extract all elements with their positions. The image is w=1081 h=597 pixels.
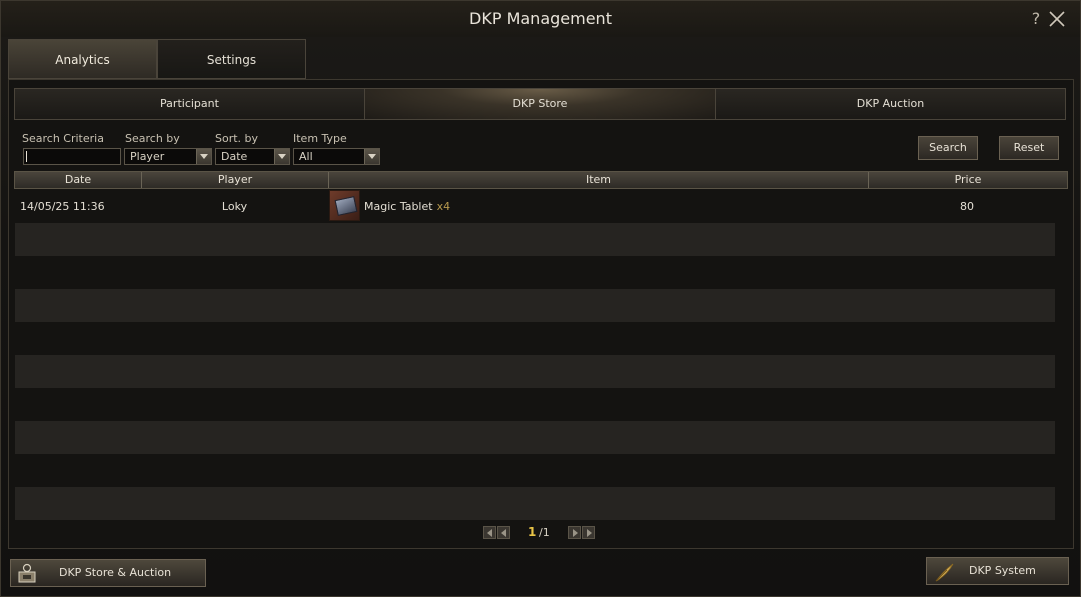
next-page-icon[interactable] bbox=[568, 526, 581, 539]
close-icon[interactable] bbox=[1048, 10, 1066, 28]
last-page-icon[interactable] bbox=[582, 526, 595, 539]
subtab-dkp-auction[interactable]: DKP Auction bbox=[716, 89, 1065, 119]
content-panel: Participant DKP Store DKP Auction Search… bbox=[8, 79, 1074, 549]
empty-row bbox=[15, 388, 1055, 421]
row-date: 14/05/25 11:36 bbox=[20, 200, 105, 213]
row-player: Loky bbox=[221, 200, 248, 213]
text-cursor bbox=[26, 151, 27, 162]
pagination: 1 /1 bbox=[483, 525, 603, 540]
empty-row bbox=[15, 289, 1055, 322]
dkp-store-auction-button[interactable]: DKP Store & Auction bbox=[10, 559, 206, 587]
current-page: 1 bbox=[528, 525, 537, 539]
sort-by-value: Date bbox=[221, 150, 248, 163]
table-header: Date Player Item Price bbox=[14, 171, 1068, 189]
first-page-icon[interactable] bbox=[483, 526, 496, 539]
item-type-select[interactable]: All bbox=[293, 148, 380, 165]
empty-row bbox=[15, 421, 1055, 454]
reset-button[interactable]: Reset bbox=[999, 136, 1059, 160]
dkp-management-window: DKP Management ? Analytics Settings Part… bbox=[0, 0, 1081, 597]
search-button[interactable]: Search bbox=[918, 136, 978, 160]
search-by-value: Player bbox=[130, 150, 165, 163]
help-icon[interactable]: ? bbox=[1029, 9, 1043, 28]
search-criteria-input[interactable] bbox=[23, 148, 121, 165]
tab-analytics[interactable]: Analytics bbox=[8, 39, 157, 79]
item-type-label: Item Type bbox=[293, 132, 347, 145]
empty-row bbox=[15, 256, 1055, 289]
title-bar: DKP Management ? bbox=[1, 1, 1080, 37]
column-price[interactable]: Price bbox=[869, 172, 1067, 188]
empty-row bbox=[15, 487, 1055, 520]
sort-by-label: Sort. by bbox=[215, 132, 259, 145]
search-criteria-label: Search Criteria bbox=[22, 132, 104, 145]
total-pages: /1 bbox=[539, 526, 550, 539]
column-player[interactable]: Player bbox=[142, 172, 329, 188]
window-title: DKP Management bbox=[469, 9, 612, 28]
store-icon bbox=[18, 563, 36, 583]
tab-settings[interactable]: Settings bbox=[157, 39, 306, 79]
row-price: 80 bbox=[960, 200, 974, 213]
empty-row bbox=[15, 355, 1055, 388]
subtab-dkp-store[interactable]: DKP Store bbox=[365, 89, 716, 119]
sort-by-select[interactable]: Date bbox=[215, 148, 290, 165]
chevron-down-icon[interactable] bbox=[274, 149, 289, 164]
empty-row bbox=[15, 322, 1055, 355]
main-tabs: Analytics Settings bbox=[8, 39, 306, 79]
dkp-system-button[interactable]: DKP System bbox=[926, 557, 1069, 585]
table-row[interactable]: 14/05/25 11:36 Loky Magic Tablet x4 80 bbox=[15, 190, 1055, 223]
search-by-label: Search by bbox=[125, 132, 180, 145]
dkp-store-auction-label: DKP Store & Auction bbox=[59, 566, 172, 579]
prev-page-icon[interactable] bbox=[497, 526, 510, 539]
magic-tablet-icon bbox=[329, 190, 360, 221]
empty-row bbox=[15, 223, 1055, 256]
column-item[interactable]: Item bbox=[329, 172, 869, 188]
feather-icon bbox=[935, 563, 954, 582]
item-quantity: x4 bbox=[436, 200, 451, 213]
empty-row bbox=[15, 454, 1055, 487]
item-name: Magic Tablet bbox=[364, 200, 433, 213]
filter-bar: Search Criteria Search by Player Sort. b… bbox=[14, 126, 1066, 170]
search-by-select[interactable]: Player bbox=[124, 148, 212, 165]
column-date[interactable]: Date bbox=[15, 172, 142, 188]
subtab-participant[interactable]: Participant bbox=[15, 89, 365, 119]
item-type-value: All bbox=[299, 150, 313, 163]
subtabs: Participant DKP Store DKP Auction bbox=[14, 88, 1066, 120]
chevron-down-icon[interactable] bbox=[364, 149, 379, 164]
dkp-system-label: DKP System bbox=[969, 564, 1036, 577]
chevron-down-icon[interactable] bbox=[196, 149, 211, 164]
row-item: Magic Tablet x4 bbox=[364, 190, 450, 223]
